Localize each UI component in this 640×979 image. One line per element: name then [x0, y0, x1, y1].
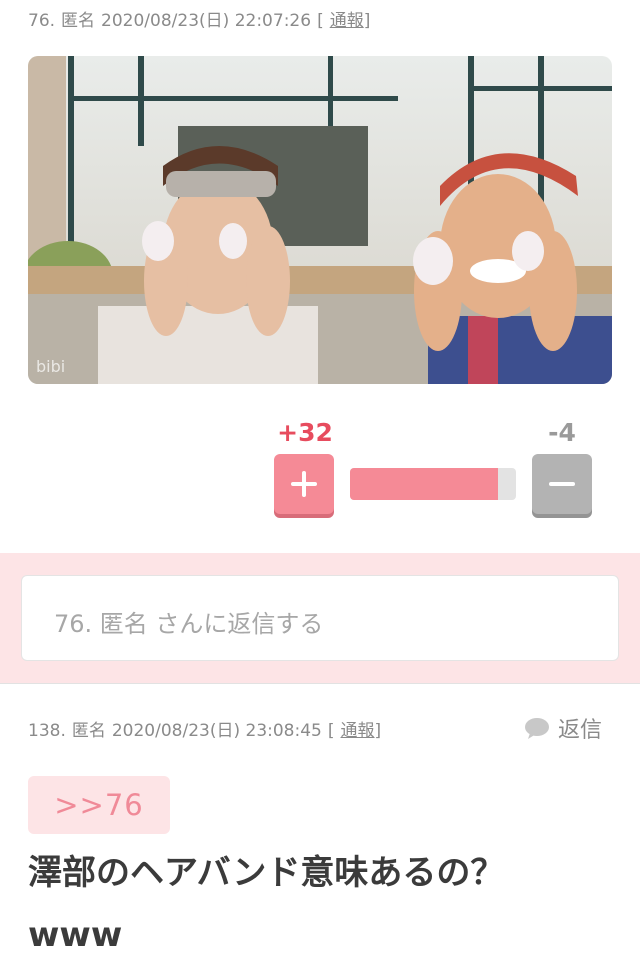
comment-number: 138. — [28, 721, 66, 741]
reply-button[interactable]: 返信 — [524, 712, 602, 744]
report-link[interactable]: [通報] — [328, 721, 387, 741]
minus-vote-count: -4 — [548, 418, 576, 447]
reply-button-label: 返信 — [558, 718, 603, 743]
comment-author: 匿名 — [71, 721, 106, 741]
vote-ratio-bar — [350, 468, 516, 500]
anchor-link[interactable]: >>76 — [28, 776, 170, 834]
comment-image[interactable]: bibi — [28, 56, 612, 384]
vote-ratio-fill — [350, 468, 498, 500]
plus-vote-button[interactable] — [274, 454, 334, 514]
comment-datetime: 2020/08/23(日) 22:07:26 — [101, 11, 312, 31]
plus-vote-count: +32 — [277, 418, 333, 447]
divider — [0, 683, 640, 684]
reply-input-placeholder: 76. 匿名 さんに返信する — [54, 610, 324, 638]
reply-input[interactable]: 76. 匿名 さんに返信する — [21, 575, 619, 661]
comment-138-meta: 138. 匿名 2020/08/23(日) 23:08:45 [通報] — [28, 716, 393, 741]
comment-body-line: www — [28, 915, 123, 955]
comment-photo: bibi — [28, 56, 612, 384]
speech-bubble-icon — [525, 718, 549, 739]
comment-76-meta: 76. 匿名 2020/08/23(日) 22:07:26[通報] — [28, 6, 382, 31]
comment-author: 匿名 — [61, 11, 96, 31]
minus-vote-button[interactable] — [532, 454, 592, 514]
comment-body-line: 澤部のヘアバンド意味あるの？ — [28, 853, 505, 893]
image-watermark: bibi — [36, 357, 65, 376]
comment-body: 澤部のヘアバンド意味あるの？ www — [28, 842, 618, 966]
report-link[interactable]: [通報] — [317, 11, 376, 31]
comment-datetime: 2020/08/23(日) 23:08:45 — [111, 721, 322, 741]
comment-number: 76. — [28, 11, 56, 31]
reply-area: 76. 匿名 さんに返信する — [0, 553, 640, 683]
